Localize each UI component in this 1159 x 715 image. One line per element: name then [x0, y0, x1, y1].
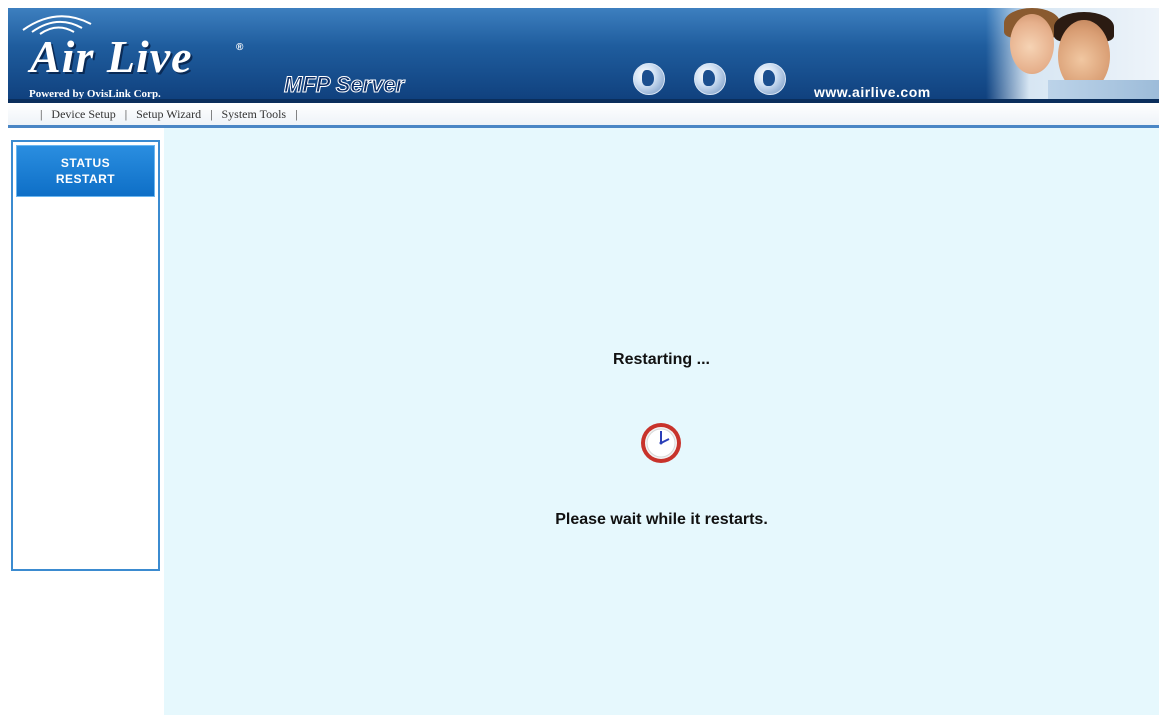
- website-link[interactable]: www.airlive.com: [814, 84, 931, 100]
- menu-device-setup[interactable]: Device Setup: [51, 107, 115, 121]
- restarting-heading: Restarting ...: [613, 351, 710, 368]
- restart-label: RESTART: [55, 172, 116, 186]
- menu-separator: |: [210, 107, 213, 121]
- sidebar-panel: STATUS RESTART: [11, 140, 160, 571]
- menu-setup-wizard[interactable]: Setup Wizard: [136, 107, 201, 121]
- main-content: Restarting ... Please wait while it rest…: [164, 128, 1159, 715]
- top-menu-bar: | Device Setup | Setup Wizard | System T…: [8, 103, 1159, 128]
- top-menu: | Device Setup | Setup Wizard | System T…: [34, 107, 304, 122]
- registered-mark: ®: [236, 42, 244, 53]
- product-name: MFP Server: [283, 72, 405, 98]
- status-restart-button[interactable]: STATUS RESTART: [16, 145, 155, 197]
- please-wait-text: Please wait while it restarts.: [555, 511, 768, 528]
- menu-separator: |: [295, 107, 298, 121]
- header-banner: Air Live ® Powered by OvisLink Corp. MFP…: [8, 8, 1159, 103]
- status-label: STATUS: [60, 156, 111, 170]
- brand-logo: Air Live: [30, 31, 193, 82]
- clock-icon: [641, 423, 681, 463]
- globe-icon: [754, 63, 786, 95]
- menu-separator: |: [124, 107, 128, 121]
- menu-separator: |: [40, 107, 43, 121]
- globe-icon: [694, 63, 726, 95]
- menu-system-tools[interactable]: System Tools: [221, 107, 286, 121]
- globe-icon: [633, 63, 665, 95]
- photo-person-woman-face: [1010, 14, 1054, 74]
